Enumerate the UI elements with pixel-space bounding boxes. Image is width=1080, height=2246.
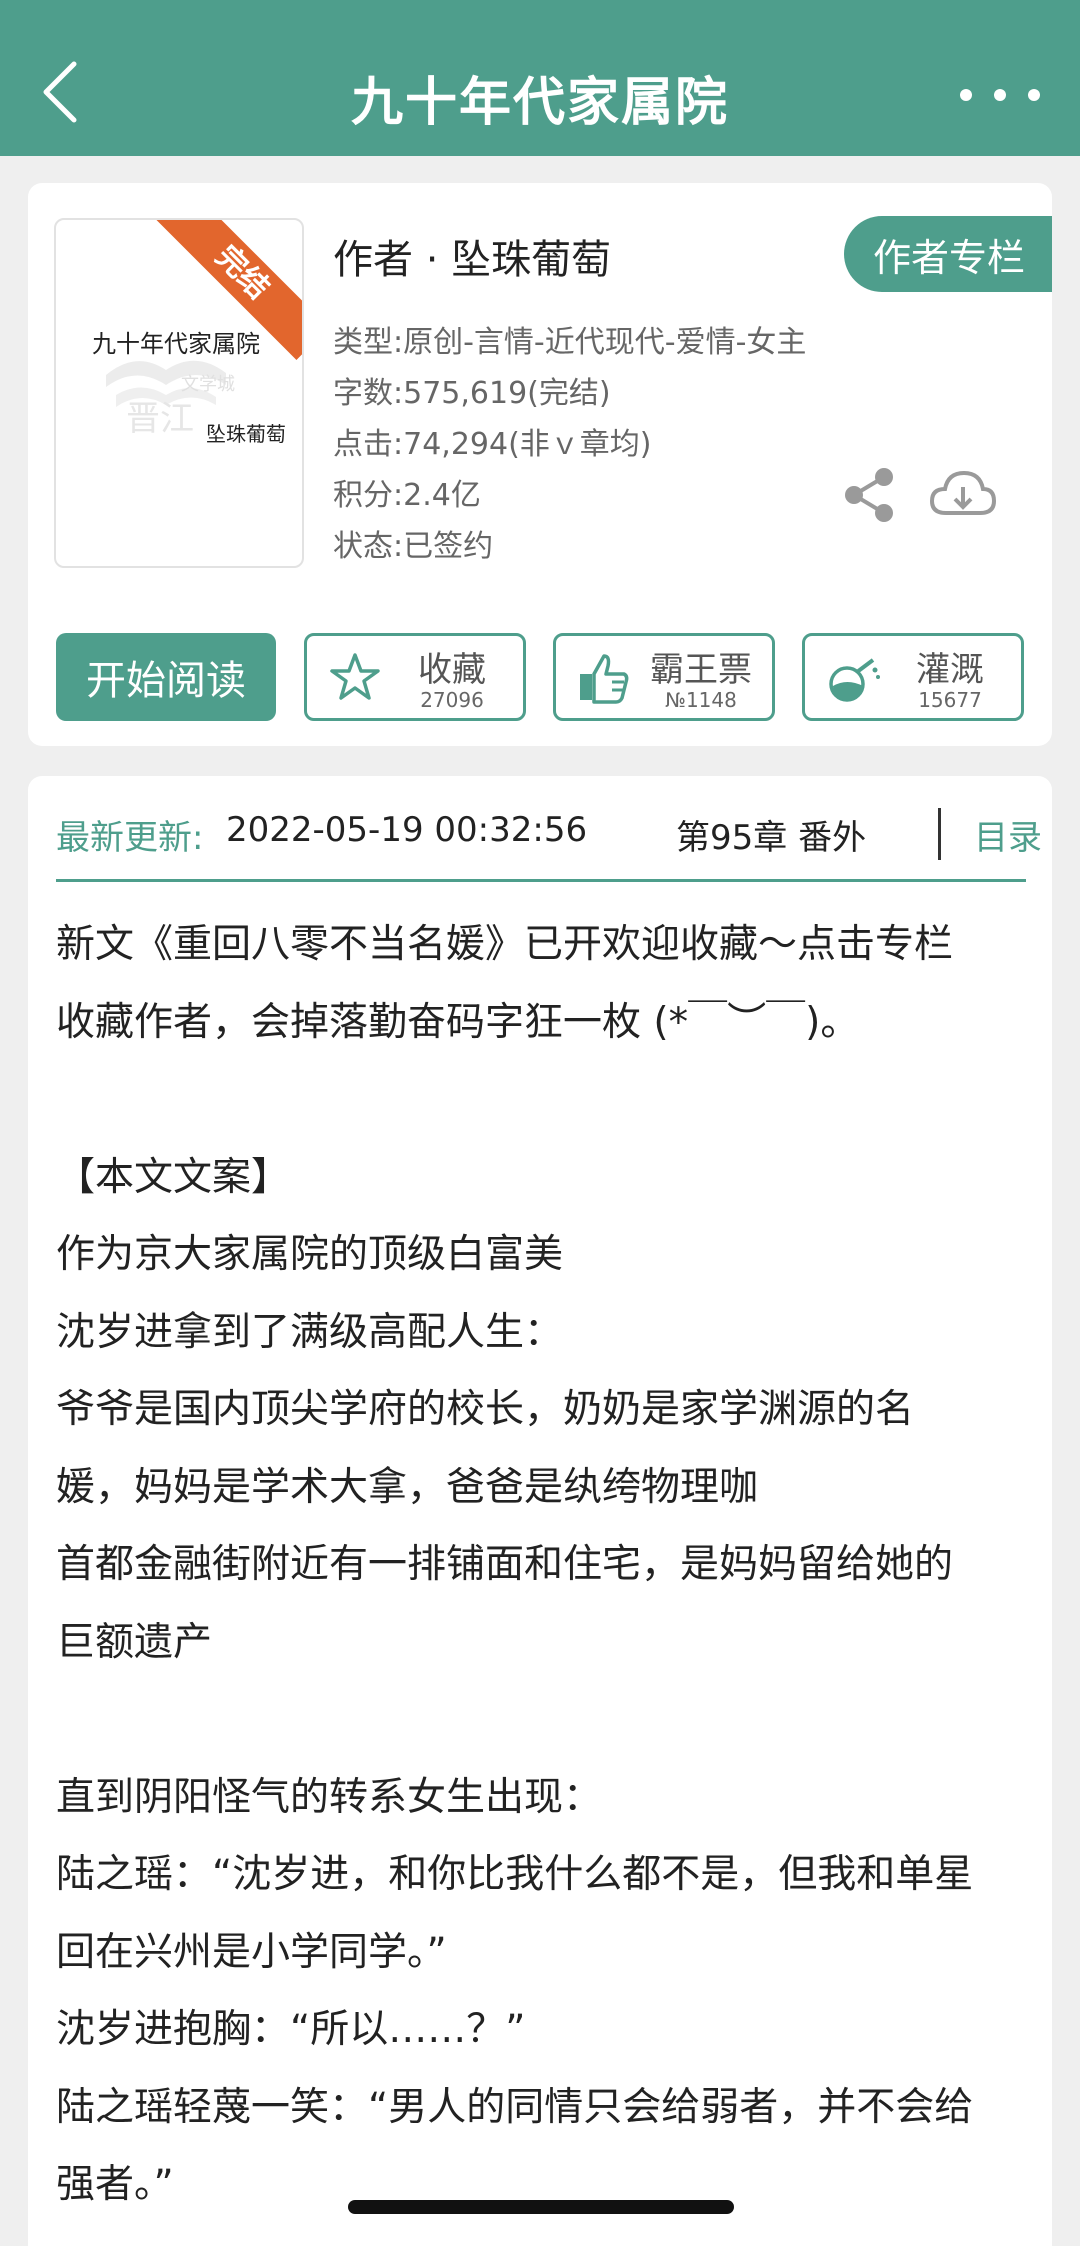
latest-chapter[interactable]: 第95章 番外 bbox=[676, 810, 866, 859]
meta-word-count: 字数:575,619(完结) bbox=[333, 376, 611, 411]
bawang-ticket-rank: №1148 bbox=[665, 688, 737, 712]
synopsis-line: 媛，妈妈是学术大拿，爸爸是纨绔物理咖 bbox=[56, 1464, 759, 1510]
favorite-label: 收藏 bbox=[418, 650, 486, 690]
meta-clicks: 点击:74,294(非ｖ章均) bbox=[333, 427, 652, 462]
synopsis-text: 新文《重回八零不当名媛》已开欢迎收藏～点击专栏 收藏作者，会掉落勤奋码字狂一枚 … bbox=[56, 906, 1031, 2224]
latest-update-label: 最新更新: bbox=[56, 818, 204, 858]
favorite-button[interactable]: 收藏 27096 bbox=[304, 633, 526, 721]
irrigate-button[interactable]: 灌溉 15677 bbox=[802, 633, 1024, 721]
synopsis-line: 【本文文案】 bbox=[56, 1154, 291, 1200]
page-title: 九十年代家属院 bbox=[350, 73, 729, 133]
latest-update-row[interactable]: 最新更新: 2022-05-19 00:32:56 第95章 番外 目录 bbox=[56, 804, 1042, 864]
synopsis-line: 作为京大家属院的顶级白富美 bbox=[56, 1232, 564, 1277]
home-indicator[interactable] bbox=[348, 2200, 734, 2214]
synopsis-line bbox=[56, 1681, 1031, 1759]
divider bbox=[938, 808, 941, 860]
favorite-count: 27096 bbox=[420, 688, 484, 712]
meta-genre: 类型:原创-言情-近代现代-爱情-女主 bbox=[333, 325, 807, 360]
synopsis-line: 回在兴州是小学同学。” bbox=[56, 1929, 447, 1975]
more-button[interactable] bbox=[960, 70, 1040, 120]
synopsis-line: 陆之瑶轻蔑一笑：“男人的同情只会给弱者，并不会给 bbox=[56, 2084, 974, 2130]
chevron-left-icon bbox=[43, 61, 77, 123]
synopsis-line: 首都金融街附近有一排铺面和住宅，是妈妈留给她的 bbox=[56, 1542, 954, 1587]
svg-text:文学城: 文学城 bbox=[181, 374, 235, 395]
synopsis-line: 巨额遗产 bbox=[56, 1619, 213, 1665]
synopsis-line: 直到阴阳怪气的转系女生出现： bbox=[56, 1774, 603, 1820]
bawang-ticket-button[interactable]: 霸王票 №1148 bbox=[553, 633, 775, 721]
back-button[interactable] bbox=[30, 52, 90, 132]
share-icon[interactable] bbox=[840, 465, 900, 525]
thumbs-up-icon bbox=[580, 654, 629, 704]
author-column-button[interactable]: 作者专栏 bbox=[844, 216, 1052, 292]
cloud-download-icon[interactable] bbox=[928, 465, 998, 525]
book-info-card: 晋江 文学城 九十年代家属院 坠珠葡萄 完结 作者 · 坠珠葡萄 作者专栏 类型… bbox=[28, 183, 1052, 746]
cover-title: 九十年代家属院 bbox=[92, 330, 260, 358]
irrigate-count: 15677 bbox=[918, 688, 982, 712]
section-divider bbox=[56, 879, 1026, 882]
synopsis-line: 收藏作者，会掉落勤奋码字狂一枚 (*￣︶￣)。 bbox=[56, 999, 860, 1045]
synopsis-line: 新文《重回八零不当名媛》已开欢迎收藏～点击专栏 bbox=[56, 922, 954, 967]
bawang-ticket-label: 霸王票 bbox=[650, 650, 752, 690]
book-cover[interactable]: 晋江 文学城 九十年代家属院 坠珠葡萄 完结 bbox=[54, 218, 304, 568]
table-of-contents-link[interactable]: 目录 bbox=[974, 810, 1042, 859]
meta-score: 积分:2.4亿 bbox=[333, 478, 481, 513]
meta-status: 状态:已签约 bbox=[333, 529, 494, 564]
nutrient-flask-icon bbox=[829, 658, 880, 702]
star-icon bbox=[330, 653, 380, 700]
synopsis-line: 陆之瑶：“沈岁进，和你比我什么都不是，但我和单星 bbox=[56, 1852, 974, 1897]
synopsis-line: 沈岁进拿到了满级高配人生： bbox=[56, 1309, 564, 1355]
start-reading-button[interactable]: 开始阅读 bbox=[56, 633, 276, 721]
latest-update-time: 2022-05-19 00:32:56 bbox=[226, 810, 588, 850]
synopsis-line: 沈岁进抱胸：“所以……？” bbox=[56, 2007, 526, 2052]
synopsis-card: 最新更新: 2022-05-19 00:32:56 第95章 番外 目录 新文《… bbox=[28, 776, 1052, 2246]
irrigate-label: 灌溉 bbox=[916, 650, 984, 690]
svg-text:晋江: 晋江 bbox=[126, 399, 194, 435]
more-dots-icon bbox=[960, 89, 972, 101]
top-navigation-bar: 九十年代家属院 bbox=[0, 0, 1080, 156]
action-buttons: 开始阅读 收藏 27096 霸王票 №1148 灌溉 15677 bbox=[56, 633, 1026, 721]
synopsis-line: 爷爷是国内顶尖学府的校长，奶奶是家学渊源的名 bbox=[56, 1387, 915, 1432]
cover-author: 坠珠葡萄 bbox=[206, 422, 286, 446]
author-name[interactable]: 作者 · 坠珠葡萄 bbox=[333, 227, 611, 285]
synopsis-line bbox=[56, 1061, 1031, 1139]
